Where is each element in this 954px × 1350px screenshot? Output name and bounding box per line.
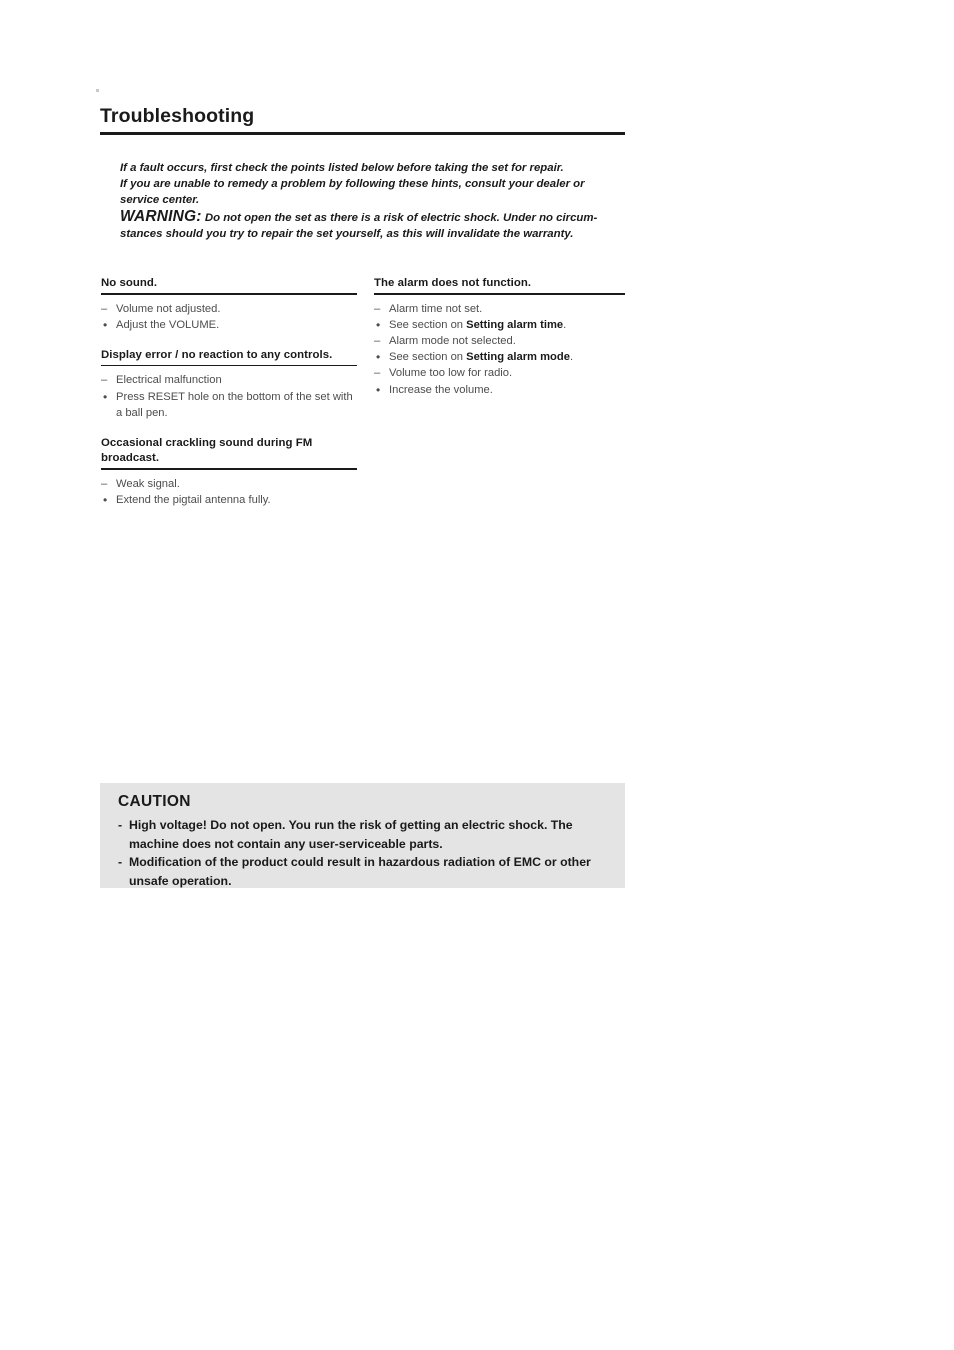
fault-title-rule (101, 293, 357, 295)
fault-item-text: Electrical malfunction (116, 374, 222, 387)
fault-item-text: Alarm time not set. (389, 302, 483, 315)
dash-marker-icon: – (101, 477, 108, 490)
fault-item-emphasis: Setting alarm time (466, 318, 564, 331)
dash-marker-icon: – (101, 302, 108, 315)
dash-marker-icon: – (374, 302, 381, 315)
fault-item-list: – Weak signal. • Extend the pigtail antenna… (101, 476, 357, 508)
warning-paragraph: WARNING: Do not open the set as there is… (120, 207, 620, 242)
fault-item: – Alarm time not set. (374, 301, 625, 317)
bullet-marker-icon: • (376, 350, 381, 365)
dash-marker-icon: – (374, 334, 381, 347)
fault-item-text: Press RESET hole on the bottom of the se… (116, 390, 353, 419)
fault-item: – Weak signal. (101, 476, 357, 492)
fault-item-text: See section on (389, 318, 467, 331)
intro-line-2: If you are unable to remedy a problem by… (120, 178, 585, 191)
caution-item: - High voltage! Do not open. You run the … (118, 816, 607, 853)
page-header: Troubleshooting (100, 105, 625, 136)
fault-title: No sound. (101, 277, 158, 289)
page-title-rule (100, 132, 625, 136)
fault-item: • Extend the pigtail antenna fully. (101, 492, 357, 508)
fault-block: No sound. – Volume not adjusted. • Adjust th… (101, 276, 357, 333)
fault-item-emphasis: Setting alarm mode (466, 351, 570, 364)
fault-title: Occasional crackling sound during FM bro… (101, 437, 313, 465)
caution-item: - Modification of the product could resul… (118, 853, 607, 890)
caution-item-text: High voltage! Do not open. You run the r… (129, 818, 573, 851)
left-column: No sound. – Volume not adjusted. • Adjust th… (101, 276, 357, 508)
bullet-marker-icon: • (103, 317, 108, 332)
fault-title-rule (101, 365, 357, 367)
scan-speck (96, 89, 99, 92)
fault-block: Display error / no reaction to any contr… (101, 348, 357, 421)
bullet-marker-icon: • (376, 317, 381, 332)
caution-item-list: - High voltage! Do not open. You run the … (118, 816, 607, 890)
fault-item-text: Weak signal. (116, 477, 180, 490)
fault-item-text-tail: . (563, 318, 567, 331)
right-column: The alarm does not function. – Alarm time … (374, 276, 625, 398)
fault-item-text: Alarm mode not selected. (389, 334, 516, 347)
bullet-marker-icon: • (376, 382, 381, 397)
fault-item-text: Increase the volume. (389, 383, 493, 396)
fault-item-text: Adjust the VOLUME. (116, 318, 220, 331)
fault-item: – Volume too low for radio. (374, 365, 625, 381)
fault-item-text: Extend the pigtail antenna fully. (116, 493, 271, 506)
fault-title: Display error / no reaction to any contr… (101, 348, 333, 361)
intro-line-1: If a fault occurs, first check the point… (120, 162, 564, 174)
fault-item-list: – Alarm time not set. • See section on Sett… (374, 301, 625, 398)
caution-title: CAUTION (118, 793, 191, 810)
fault-item-list: – Electrical malfunction • Press RESET hole… (101, 372, 357, 421)
caution-box: CAUTION - High voltage! Do not open. You … (100, 783, 625, 888)
warning-label: WARNING: (120, 207, 202, 225)
fault-item: – Electrical malfunction (101, 372, 357, 388)
fault-title-rule (101, 468, 357, 470)
page-title: Troubleshooting (100, 105, 255, 127)
caution-item-text: Modification of the product could result… (129, 855, 591, 888)
fault-item: – Volume not adjusted. (101, 301, 357, 317)
intro-warning-block: If a fault occurs, first check the point… (120, 160, 620, 242)
document-page: Troubleshooting If a fault occurs, first… (0, 0, 954, 1350)
fault-item-text: Volume not adjusted. (116, 302, 221, 315)
fault-block: Occasional crackling sound during FM bro… (101, 436, 357, 508)
fault-block: The alarm does not function. – Alarm time … (374, 276, 625, 398)
fault-item: • Adjust the VOLUME. (101, 317, 357, 333)
bullet-marker-icon: • (103, 492, 108, 507)
fault-title-rule (374, 293, 625, 295)
fault-item: • Press RESET hole on the bottom of the s… (101, 389, 357, 421)
fault-item: • See section on Setting alarm time. (374, 317, 625, 333)
dash-marker-icon: – (101, 374, 108, 387)
fault-item-text: Volume too low for radio. (389, 367, 513, 380)
fault-item-list: – Volume not adjusted. • Adjust the VOLUME. (101, 301, 357, 333)
fault-item: • Increase the volume. (374, 382, 625, 398)
dash-marker-icon: – (374, 367, 381, 380)
intro-line-3: service center. (120, 194, 200, 207)
fault-item: – Alarm mode not selected. (374, 333, 625, 349)
caution-dash-icon: - (118, 855, 123, 870)
bullet-marker-icon: • (103, 389, 108, 404)
fault-item: • See section on Setting alarm mode. (374, 349, 625, 365)
caution-dash-icon: - (118, 818, 123, 832)
fault-item-text-tail: . (569, 351, 574, 364)
fault-item-text: See section on (389, 351, 467, 364)
fault-title: The alarm does not function. (374, 277, 532, 289)
